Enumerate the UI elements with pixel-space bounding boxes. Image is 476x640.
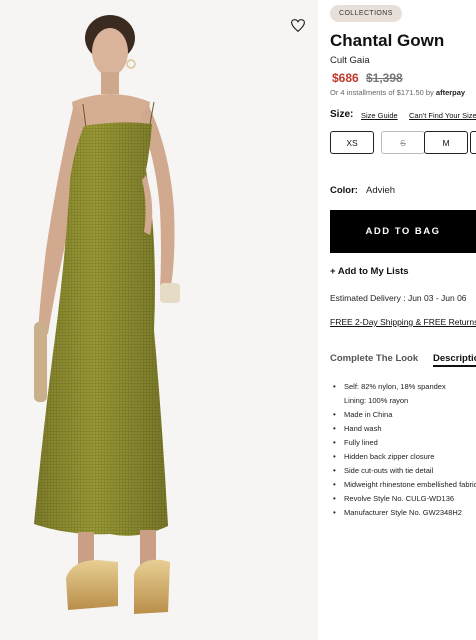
product-title: Chantal Gown [330, 31, 445, 50]
shipping-returns-link[interactable]: FREE 2-Day Shipping & FREE Returns [330, 317, 476, 327]
description-list: Self: 82% nylon, 18% spandex Lining: 100… [330, 380, 476, 520]
size-guide-link[interactable]: Size Guide [361, 111, 398, 120]
description-item: Side cut-outs with tie detail [330, 464, 476, 478]
description-item: Self: 82% nylon, 18% spandex [330, 380, 476, 394]
description-item: Midweight rhinestone embellished fabric [330, 478, 476, 492]
original-price: $1,398 [366, 71, 403, 85]
size-option-m[interactable]: M [424, 131, 468, 154]
description-item: Hidden back zipper closure [330, 450, 476, 464]
brand-name[interactable]: Cult Gaia [330, 55, 370, 66]
description-item: Made in China [330, 408, 476, 422]
sale-price: $686 [332, 71, 359, 85]
description-item: Manufacturer Style No. GW2348H2 [330, 506, 476, 520]
description-item: Lining: 100% rayon [344, 396, 409, 405]
product-image[interactable] [0, 0, 318, 640]
add-to-lists-button[interactable]: + Add to My Lists [330, 266, 409, 277]
tab-complete-the-look[interactable]: Complete The Look [330, 353, 418, 364]
size-option-xs[interactable]: XS [330, 131, 374, 154]
heart-icon [291, 18, 305, 32]
collections-badge[interactable]: COLLECTIONS [330, 5, 402, 22]
find-your-size-link[interactable]: Can't Find Your Size? [409, 111, 476, 120]
size-option-s[interactable]: S [381, 131, 425, 154]
product-details: COLLECTIONS Chantal Gown Cult Gaia $686 … [330, 0, 476, 640]
installments-text: Or 4 installments of $171.50 by afterpay [330, 88, 465, 97]
wishlist-button[interactable] [289, 16, 307, 34]
afterpay-logo[interactable]: afterpay [436, 88, 465, 97]
color-value: Advieh [366, 185, 396, 196]
description-item: Hand wash [330, 422, 476, 436]
color-label: Color: [330, 185, 358, 196]
installments-label: Or 4 installments of $171.50 by [330, 88, 434, 97]
description-item: Revolve Style No. CULG-WD136 [330, 492, 476, 506]
estimated-delivery: Estimated Delivery : Jun 03 - Jun 06 [330, 293, 467, 303]
add-to-bag-button[interactable]: ADD TO BAG [330, 210, 476, 253]
size-label: Size: [330, 109, 354, 120]
model-photo [34, 15, 180, 614]
description-item: Fully lined [330, 436, 476, 450]
tab-description[interactable]: Description [433, 353, 476, 367]
size-option-next[interactable] [470, 131, 476, 154]
